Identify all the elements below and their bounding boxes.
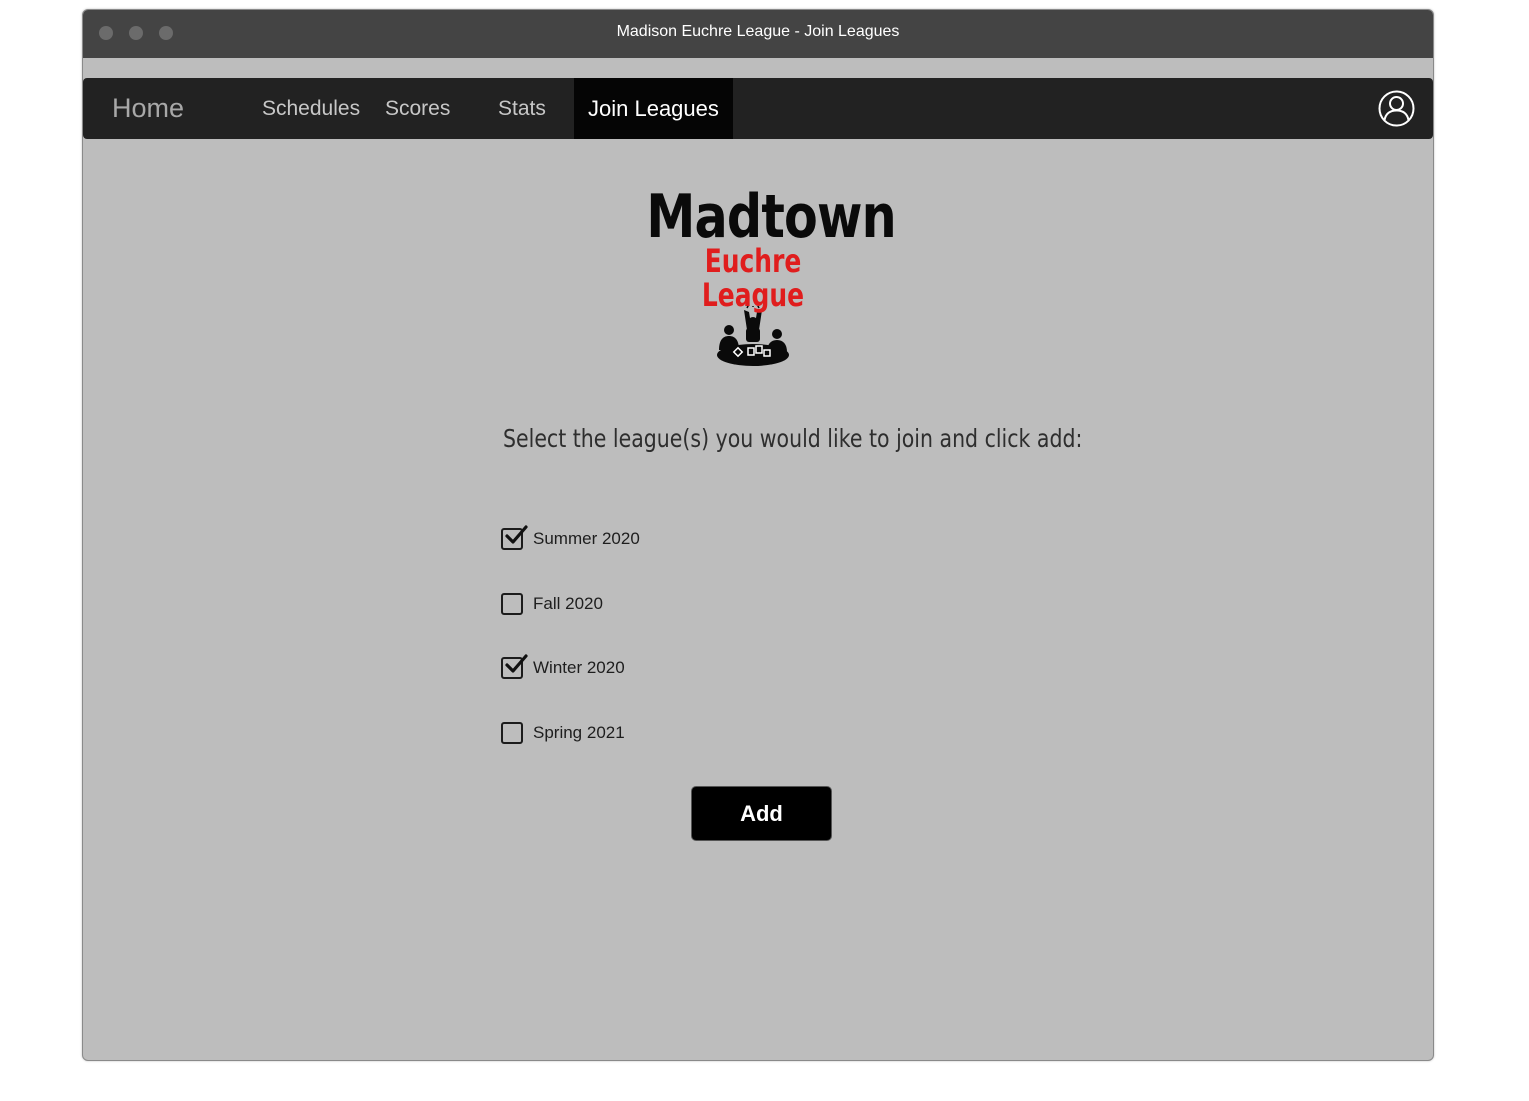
league-option-label: Winter 2020 [533, 658, 625, 677]
league-option-label: Summer 2020 [533, 529, 640, 548]
league-option-winter-2020[interactable]: Winter 2020 [501, 654, 625, 680]
title-bar: Madison Euchre League - Join Leagues [83, 10, 1433, 58]
winter-2020-checkbox[interactable] [501, 654, 528, 679]
checkmark-icon [505, 525, 528, 544]
league-option-label: Spring 2021 [533, 723, 625, 742]
league-option-fall-2020[interactable]: Fall 2020 [501, 592, 603, 616]
league-option-summer-2020[interactable]: Summer 2020 [501, 525, 640, 551]
window-title: Madison Euchre League - Join Leagues [616, 23, 900, 40]
app-window: Madison Euchre League - Join Leagues Hom… [82, 9, 1434, 1061]
nav-home-link[interactable]: Home [112, 78, 184, 139]
nav-scores-link[interactable]: Scores [385, 78, 450, 139]
nav-join-leagues-tab[interactable]: Join Leagues [574, 78, 733, 139]
spring-2021-checkbox[interactable] [501, 722, 523, 744]
league-logo: Madtown Euchre League [623, 182, 897, 370]
join-leagues-prompt: Select the league(s) you would like to j… [503, 424, 1083, 453]
nav-schedules-link[interactable]: Schedules [262, 78, 360, 139]
user-account-icon[interactable] [1378, 90, 1415, 127]
checkmark-icon [505, 654, 528, 673]
card-players-table-icon [717, 306, 789, 366]
top-navbar: Home Schedules Scores Stats Join Leagues [83, 78, 1433, 139]
summer-2020-checkbox[interactable] [501, 525, 528, 550]
logo-subtitle: Euchre League [701, 242, 805, 314]
add-leagues-button[interactable]: Add [691, 786, 832, 841]
league-option-spring-2021[interactable]: Spring 2021 [501, 721, 625, 745]
league-option-label: Fall 2020 [533, 594, 603, 613]
nav-stats-link[interactable]: Stats [498, 78, 546, 139]
fall-2020-checkbox[interactable] [501, 593, 523, 615]
